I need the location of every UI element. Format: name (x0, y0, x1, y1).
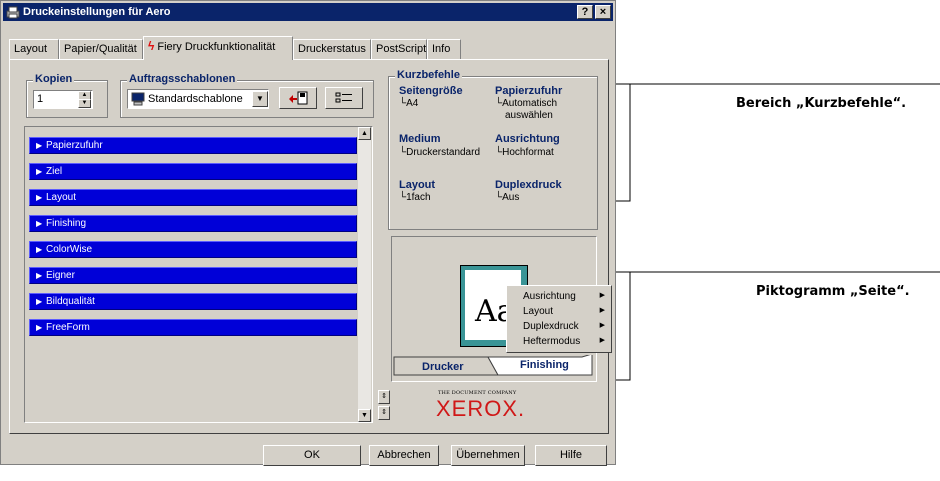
submenu-arrow-icon: ▶ (599, 307, 605, 314)
submenu-arrow-icon: ▶ (599, 337, 605, 344)
list-settings-icon (335, 92, 352, 103)
template-dropdown[interactable]: Standardschablone ▼ (127, 89, 269, 109)
shortcut-duplexdruck-value: └Aus (495, 192, 520, 203)
shortcut-papierzufuhr-value2: auswählen (505, 110, 553, 121)
save-template-icon (289, 91, 308, 105)
shortcut-medium-value: └Druckerstandard (399, 147, 481, 158)
shortcut-ausrichtung-label[interactable]: Ausrichtung (495, 133, 560, 145)
preview-tab-finishing[interactable]: Finishing (520, 359, 569, 371)
kopien-group: Kopien 1 ▲ ▼ (26, 73, 108, 118)
cancel-button[interactable]: Abbrechen (369, 445, 439, 466)
spin-down-icon[interactable]: ▼ (78, 99, 91, 108)
template-selected: Standardschablone (148, 93, 243, 105)
print-settings-dialog: Druckeinstellungen für Aero ? × Layout P… (0, 0, 616, 466)
shortcut-medium-label[interactable]: Medium (399, 133, 441, 145)
menu-item-ausrichtung[interactable]: Ausrichtung ▶ (507, 290, 611, 303)
section-colorwise[interactable]: ▶ ColorWise (29, 241, 357, 258)
computer-icon (131, 92, 145, 106)
title-bar[interactable]: Druckeinstellungen für Aero ? × (3, 3, 613, 21)
preview-tab-drucker[interactable]: Drucker (422, 361, 464, 373)
close-title-button[interactable]: × (595, 5, 611, 19)
chevron-down-icon[interactable]: ▼ (252, 91, 268, 107)
triangle-right-icon: ▶ (36, 245, 43, 254)
section-eigner[interactable]: ▶ Eigner (29, 267, 357, 284)
xerox-logo: XEROX. (436, 396, 526, 421)
window-title: Druckeinstellungen für Aero (23, 6, 171, 18)
shortcut-papierzufuhr-label[interactable]: Papierzufuhr (495, 85, 562, 97)
kopien-label: Kopien (33, 73, 75, 85)
triangle-right-icon: ▶ (36, 271, 43, 280)
triangle-right-icon: ▶ (36, 193, 43, 202)
submenu-arrow-icon: ▶ (599, 292, 605, 299)
triangle-right-icon: ▶ (36, 297, 43, 306)
page-preview-pane: Aa Drucker Finishing Ausrichtung ▶ Layout… (391, 236, 612, 382)
menu-item-duplexdruck[interactable]: Duplexdruck ▶ (507, 320, 611, 333)
shortcut-seitengroesse-value: └A4 (399, 98, 419, 109)
shortcut-ausrichtung-value: └Hochformat (495, 147, 554, 158)
shortcut-papierzufuhr-value: └Automatisch (495, 98, 558, 109)
section-scrollbar[interactable]: ▲ ▼ (358, 127, 371, 422)
section-freeform[interactable]: ▶ FreeForm (29, 319, 357, 336)
save-template-button[interactable] (279, 87, 317, 109)
kurzbefehle-label: Kurzbefehle (395, 69, 462, 81)
printer-app-icon (6, 6, 20, 19)
kopien-value: 1 (37, 93, 44, 105)
menu-item-layout[interactable]: Layout ▶ (507, 305, 611, 318)
shortcut-seitengroesse-label[interactable]: Seitengröße (399, 85, 463, 97)
triangle-right-icon: ▶ (36, 219, 43, 228)
tab-postscript[interactable]: PostScript (371, 39, 427, 59)
help-button[interactable]: Hilfe (535, 445, 607, 466)
apply-button[interactable]: Übernehmen (451, 445, 525, 466)
section-papierzufuhr[interactable]: ▶ Papierzufuhr (29, 137, 357, 154)
section-list: ▶ Papierzufuhr ▶ Ziel ▶ Layout ▶ Finishing ▶… (24, 126, 373, 423)
fiery-lightning-icon: ϟ (148, 39, 155, 53)
collapse-all-icon[interactable]: ⇕ (378, 406, 390, 420)
auftragsschablonen-label: Auftragsschablonen (127, 73, 238, 85)
triangle-right-icon: ▶ (36, 167, 43, 176)
tab-layout[interactable]: Layout (9, 39, 59, 59)
shortcut-duplexdruck-label[interactable]: Duplexdruck (495, 179, 562, 191)
tab-info[interactable]: Info (427, 39, 461, 59)
help-title-button[interactable]: ? (577, 5, 593, 19)
section-layout[interactable]: ▶ Layout (29, 189, 357, 206)
triangle-right-icon: ▶ (36, 141, 43, 150)
tab-druckerstatus[interactable]: Druckerstatus (293, 39, 371, 59)
annotation-lines (616, 83, 940, 381)
section-bildqualitaet[interactable]: ▶ Bildqualität (29, 293, 357, 310)
menu-item-heftermodus[interactable]: Heftermodus ▶ (507, 335, 611, 348)
tab-papier-qualitaet[interactable]: Papier/Qualität (59, 39, 143, 59)
kopien-spinner[interactable]: 1 ▲ ▼ (33, 90, 93, 109)
shortcut-layout-label[interactable]: Layout (399, 179, 435, 191)
annotation-kurzbefehle: Bereich „Kurzbefehle“. (736, 96, 907, 111)
manage-templates-button[interactable] (325, 87, 363, 109)
section-finishing[interactable]: ▶ Finishing (29, 215, 357, 232)
section-ziel[interactable]: ▶ Ziel (29, 163, 357, 180)
scroll-down-icon[interactable]: ▼ (358, 409, 371, 422)
kurzbefehle-group: Kurzbefehle Seitengröße └A4 Papierzufuhr… (388, 69, 598, 230)
tab-fiery-druckfunktionalitaet[interactable]: ϟ Fiery Druckfunktionalität (143, 36, 293, 60)
triangle-right-icon: ▶ (36, 323, 43, 332)
expand-all-icon[interactable]: ⇕ (378, 390, 390, 404)
auftragsschablonen-group: Auftragsschablonen Standardschablone ▼ (120, 73, 374, 118)
scroll-up-icon[interactable]: ▲ (358, 127, 371, 140)
submenu-arrow-icon: ▶ (599, 322, 605, 329)
page-context-menu: Ausrichtung ▶ Layout ▶ Duplexdruck ▶ Hefter… (506, 285, 612, 353)
shortcut-layout-value: └1fach (399, 192, 431, 203)
tab-panel: Kopien 1 ▲ ▼ Auftragsschablonen Standard… (9, 59, 612, 434)
annotation-seite: Piktogramm „Seite“. (756, 284, 910, 299)
ok-button[interactable]: OK (263, 445, 361, 466)
